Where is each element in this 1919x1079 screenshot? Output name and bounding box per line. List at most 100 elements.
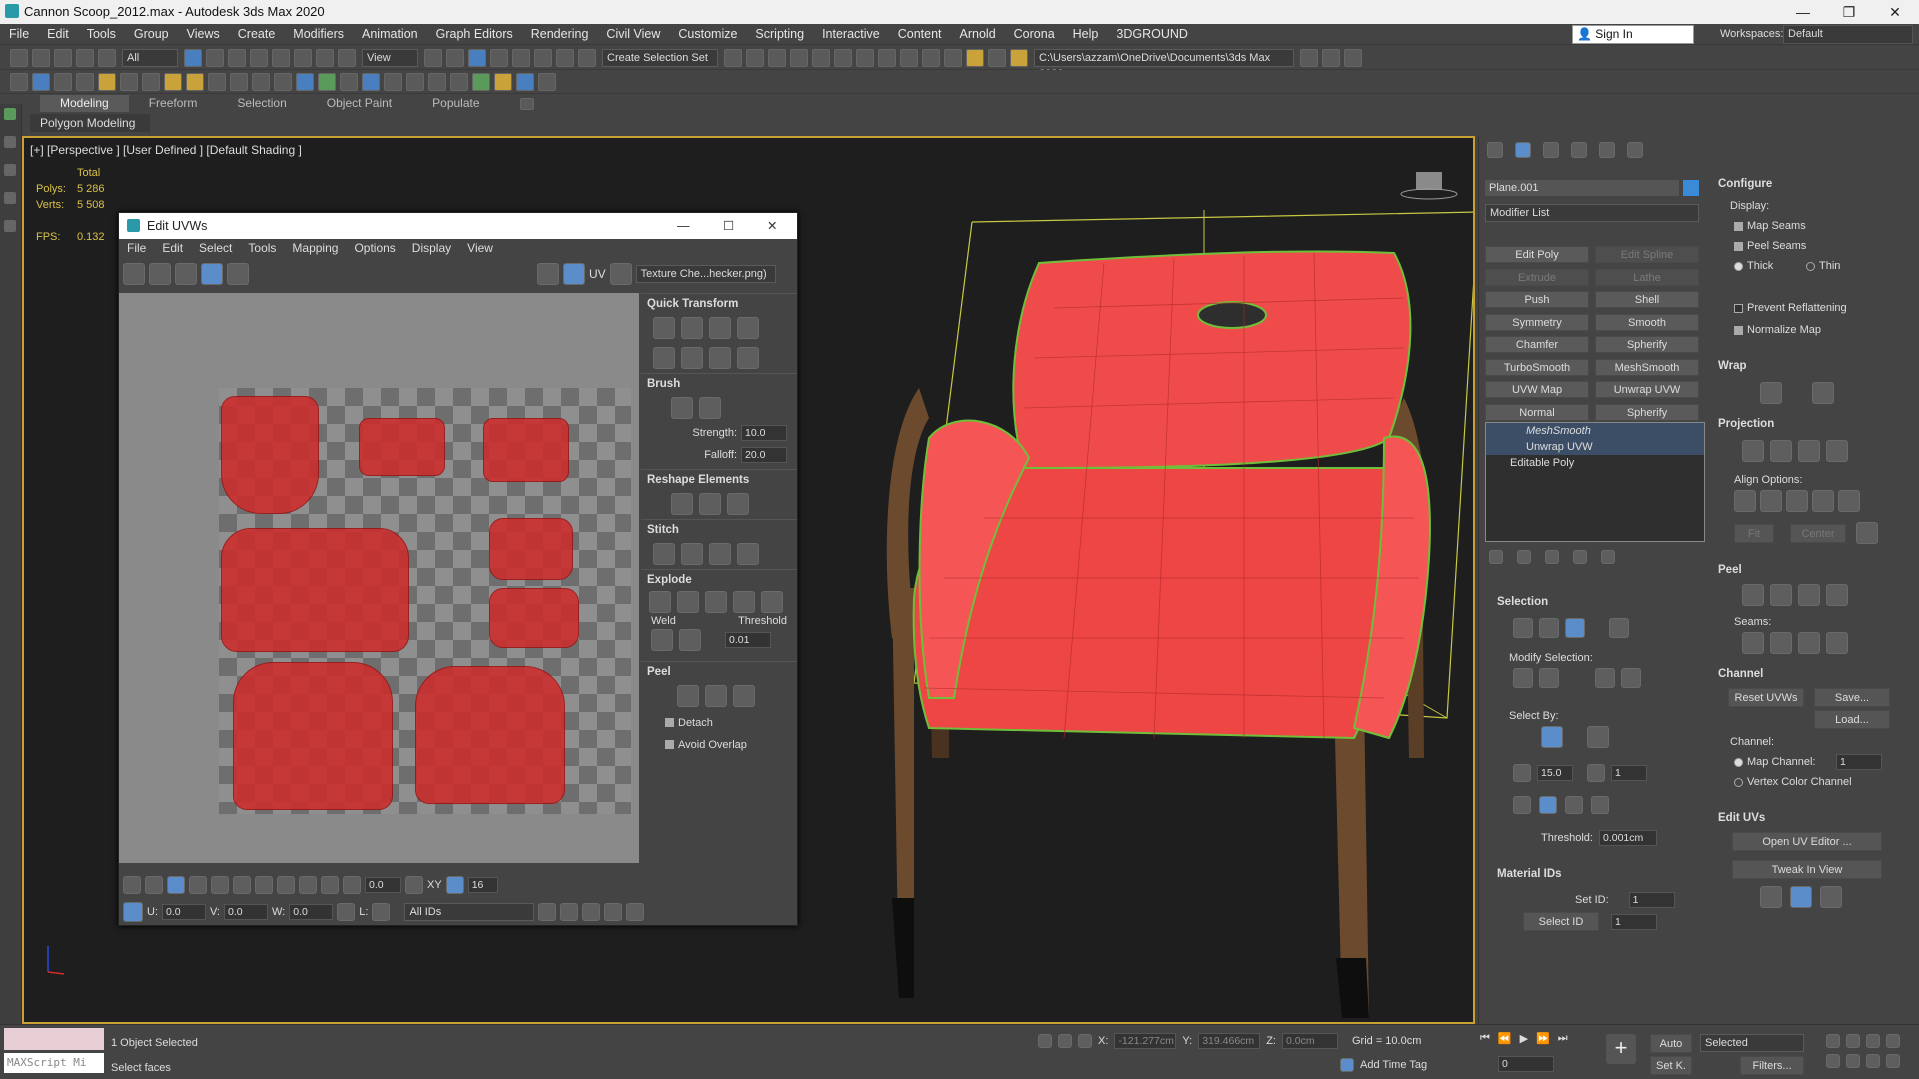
uv-menu-edit[interactable]: Edit	[154, 239, 191, 257]
falloff-curve-icon[interactable]	[405, 876, 423, 894]
pin-stack-icon[interactable]	[1489, 550, 1503, 564]
maxscript-listener[interactable]	[4, 1028, 104, 1050]
fit-button[interactable]: Fit	[1734, 524, 1774, 543]
relax-until-flat-icon[interactable]	[727, 493, 749, 515]
uv-grid-icon[interactable]	[563, 263, 585, 285]
sphere-icon[interactable]	[120, 72, 138, 91]
peel-mode-icon[interactable]	[705, 685, 727, 707]
modifier-button-lathe[interactable]: Lathe	[1595, 268, 1699, 286]
map-channel-option[interactable]: Map Channel:	[1734, 756, 1816, 768]
scene-explorer-icon[interactable]	[790, 48, 808, 67]
menu-file[interactable]: File	[0, 24, 38, 45]
current-frame-field[interactable]: 0	[1498, 1056, 1554, 1072]
hierarchy-tab-icon[interactable]	[1543, 142, 1559, 158]
helper-icon[interactable]	[274, 72, 292, 91]
modifier-button-push[interactable]: Push	[1485, 291, 1589, 308]
select-by-name-icon[interactable]	[206, 48, 224, 67]
reshape-elements-header[interactable]: Reshape Elements	[641, 469, 797, 489]
add-time-tag[interactable]: Add Time Tag	[1360, 1059, 1427, 1071]
polygon-mode-icon[interactable]	[167, 876, 185, 894]
peel-header[interactable]: Peel	[641, 661, 797, 681]
stack-item-unwrap-uvw[interactable]: Unwrap UVW	[1486, 439, 1704, 455]
paint-move-icon[interactable]	[671, 397, 693, 419]
material-editor-icon[interactable]	[878, 48, 896, 67]
play-icon[interactable]: ▶	[1520, 1032, 1528, 1045]
unfold-mapping-icon[interactable]	[1812, 382, 1834, 404]
selection-header[interactable]: Selection	[1497, 596, 1548, 608]
w-spinner[interactable]: 0.0	[289, 904, 334, 920]
set-key-button[interactable]: Set K.	[1650, 1056, 1692, 1075]
stack-item-editable-poly[interactable]: Editable Poly	[1486, 455, 1704, 471]
render-icon[interactable]	[944, 48, 962, 67]
flatten-icon[interactable]	[705, 591, 727, 613]
prev-frame-icon[interactable]: ⏪	[1498, 1032, 1512, 1045]
display-tab-icon[interactable]	[1599, 142, 1615, 158]
open-uv-editor-button[interactable]: Open UV Editor ...	[1732, 832, 1882, 851]
render-production-icon[interactable]	[966, 48, 984, 67]
material-icon[interactable]	[362, 72, 380, 91]
vertex-color-option[interactable]: Vertex Color Channel	[1734, 776, 1852, 788]
mirror-select-icon[interactable]	[1513, 796, 1531, 814]
uv-rotate-icon[interactable]	[149, 263, 171, 285]
grow-selection-icon[interactable]	[1513, 668, 1533, 688]
box-map-icon[interactable]	[1826, 440, 1848, 462]
texture-dropdown[interactable]: Texture Che...hecker.png)	[635, 265, 776, 283]
workspace-dropdown[interactable]: Default	[1783, 25, 1913, 44]
ignore-backfacing-icon[interactable]	[1587, 726, 1609, 748]
camera-icon[interactable]	[340, 72, 358, 91]
snowflake-icon[interactable]	[372, 903, 391, 921]
thin-option[interactable]: Thin	[1806, 260, 1840, 272]
menu-interactive[interactable]: Interactive	[813, 24, 889, 45]
align-grid-icon[interactable]	[681, 347, 703, 369]
planar-angle-icon[interactable]	[1513, 764, 1531, 782]
peel-seams-checkbox[interactable]	[1734, 241, 1743, 251]
menu-edit[interactable]: Edit	[38, 24, 78, 45]
absolute-offset-icon[interactable]	[123, 902, 143, 922]
uv-scale-icon[interactable]	[175, 263, 197, 285]
absolute-mode-icon[interactable]	[1078, 1034, 1092, 1048]
minimize-button[interactable]: —	[1780, 0, 1826, 24]
modifier-button-uvw-map[interactable]: UVW Map	[1485, 381, 1589, 398]
align-y-icon[interactable]	[1760, 490, 1782, 512]
avoid-overlap-checkbox[interactable]	[665, 740, 674, 750]
menu-scripting[interactable]: Scripting	[746, 24, 813, 45]
modify-tab-icon[interactable]	[1515, 142, 1531, 158]
lock-icon[interactable]	[337, 903, 356, 921]
space-icon[interactable]	[737, 317, 759, 339]
rect-selection-icon[interactable]	[228, 48, 246, 67]
grow-icon[interactable]	[211, 876, 229, 894]
edit-seams-icon[interactable]	[1742, 632, 1764, 654]
link-icon[interactable]	[54, 48, 72, 67]
help-icon[interactable]	[626, 903, 645, 921]
ribbon-options-icon[interactable]	[519, 97, 534, 110]
rotate-90-icon[interactable]	[709, 317, 731, 339]
uv-editor-canvas[interactable]	[119, 293, 639, 863]
place-icon[interactable]	[338, 48, 356, 67]
explode-by-smoothing-icon[interactable]	[733, 591, 755, 613]
space-v-icon[interactable]	[737, 347, 759, 369]
tree-icon[interactable]	[318, 72, 336, 91]
menu-3dground[interactable]: 3DGROUND	[1107, 24, 1197, 45]
element-select-icon[interactable]	[1609, 618, 1629, 638]
planar-map-icon[interactable]	[1742, 440, 1764, 462]
uv-menu-options[interactable]: Options	[346, 239, 403, 257]
key-filter-dropdown[interactable]: Selected	[1700, 1034, 1804, 1052]
paint-move-icon[interactable]	[1760, 886, 1782, 908]
pinch-icon[interactable]	[1820, 886, 1842, 908]
modifier-button-spherify[interactable]: Spherify	[1595, 403, 1699, 421]
stack-item-meshsmooth[interactable]: MeshSmooth	[1486, 423, 1704, 439]
spline-icon[interactable]	[252, 72, 270, 91]
layer-explorer-icon[interactable]	[768, 48, 786, 67]
strength-spinner[interactable]: 10.0	[741, 425, 787, 441]
save-button[interactable]: Save...	[1814, 688, 1890, 707]
rotate-icon[interactable]	[294, 48, 312, 67]
create-icon[interactable]	[4, 108, 16, 120]
shrink-selection-icon[interactable]	[1539, 668, 1559, 688]
edit-uvws-titlebar[interactable]: Edit UVWs — ☐ ✕	[119, 213, 797, 239]
modifier-list-dropdown[interactable]: Modifier List	[1485, 204, 1699, 222]
edge-select-icon[interactable]	[1539, 618, 1559, 638]
align-v-icon[interactable]	[681, 317, 703, 339]
maxscript-mini-listener[interactable]: MAXScript Mi	[4, 1053, 104, 1073]
utilities-tab-icon[interactable]	[1627, 142, 1643, 158]
set-id-spinner[interactable]: 1	[1628, 892, 1675, 908]
